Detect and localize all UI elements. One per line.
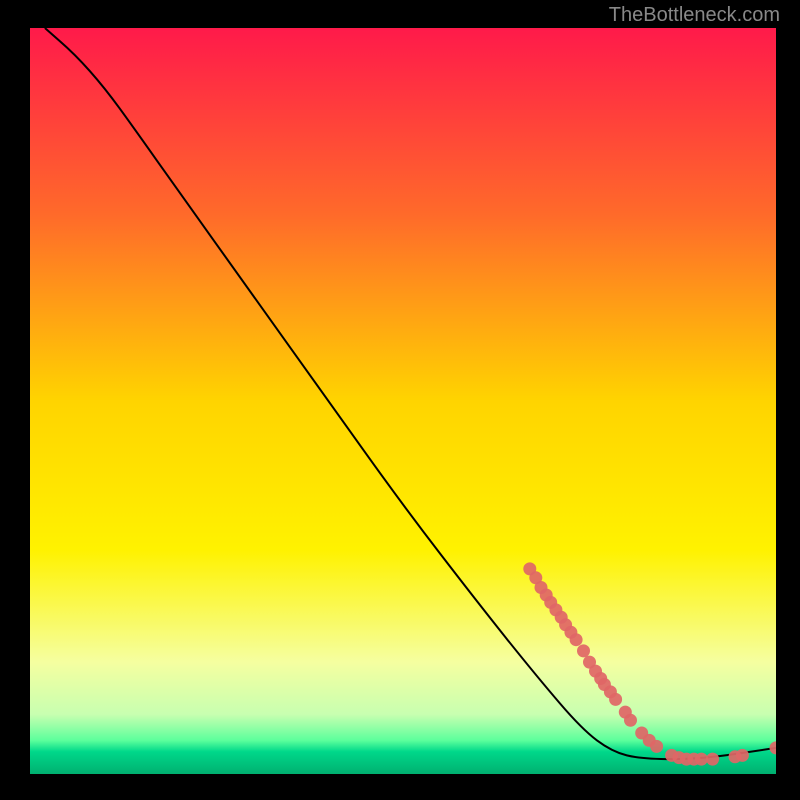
data-point — [609, 693, 622, 706]
data-point — [736, 749, 749, 762]
data-point — [570, 633, 583, 646]
watermark-text: TheBottleneck.com — [609, 4, 780, 27]
data-point — [624, 714, 637, 727]
chart-frame: TheBottleneck.com — [0, 0, 800, 800]
data-point — [706, 753, 719, 766]
data-point — [695, 753, 708, 766]
data-point — [650, 740, 663, 753]
data-point — [577, 644, 590, 657]
chart-svg — [30, 28, 776, 774]
chart-plot-area — [30, 28, 776, 774]
